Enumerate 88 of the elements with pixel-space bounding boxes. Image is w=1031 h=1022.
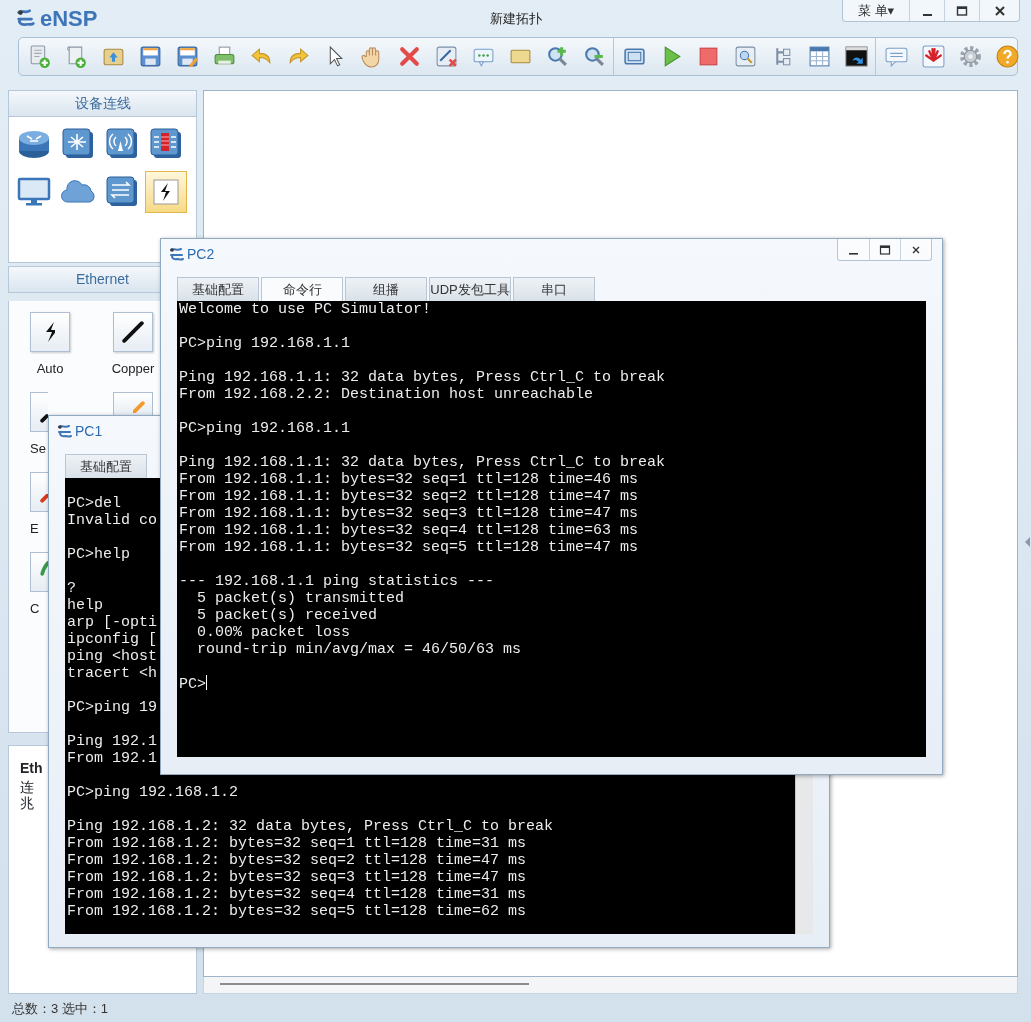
- tab[interactable]: 基础配置: [65, 454, 147, 478]
- collapse-arrow-icon[interactable]: [1024, 536, 1031, 548]
- terminal-line: Ping 192.1: [67, 733, 157, 750]
- maximize-icon: [956, 4, 968, 17]
- panel-header: 设备连线: [8, 90, 197, 117]
- curve-line-icon: [40, 561, 48, 577]
- cable-label: Copper: [111, 360, 155, 379]
- delete-icon[interactable]: [397, 44, 422, 69]
- terminal-line: ?: [67, 580, 76, 597]
- cable-button[interactable]: [30, 312, 70, 353]
- terminal-line: Ping 192.168.1.1: 32 data bytes, Press Ctrl_C to break: [179, 369, 666, 386]
- dashed-line-icon: [40, 414, 48, 424]
- terminal-line: From 192.168.2.2: Destination host unreachable: [179, 386, 594, 403]
- terminal-line: Invalid co: [67, 512, 157, 529]
- window-title: PC1: [75, 421, 103, 441]
- device-button[interactable]: [145, 171, 187, 213]
- network-logo-icon: [56, 423, 72, 439]
- grid-icon[interactable]: [807, 44, 832, 69]
- lightning-icon: [45, 322, 55, 343]
- terminal-line: PC>ping 192.168.1.1: [179, 335, 351, 352]
- terminal-line: From 192.168.1.2: bytes=32 seq=2 ttl=128 time=47 ms: [67, 852, 527, 869]
- terminal-line: From 192.1: [67, 750, 157, 767]
- cable-label: Auto: [36, 360, 64, 379]
- terminal-line: PC>ping 192.168.1.2: [67, 784, 239, 801]
- terminal-line: 0.00% packet loss: [196, 624, 351, 641]
- tab[interactable]: 命令行: [261, 277, 343, 301]
- status-text: 总数：3 选中：1: [11, 1000, 110, 1018]
- terminal-line: help: [67, 597, 103, 614]
- terminal-line: PC>ping 192.168.1.1: [179, 420, 351, 437]
- info-text: 连: [20, 779, 34, 796]
- diagonal-line-icon: [40, 494, 48, 504]
- cable-button[interactable]: [30, 392, 48, 433]
- terminal-line: From 192.168.1.2: bytes=32 seq=4 ttl=128 time=31 ms: [67, 886, 527, 903]
- maximize-icon: [879, 243, 891, 256]
- diagonal-line-icon: [122, 321, 144, 344]
- tab[interactable]: 组播: [345, 277, 427, 301]
- terminal-line: From 192.168.1.1: bytes=32 seq=4 ttl=128 time=63 ms: [179, 522, 639, 539]
- info-text: 兆: [20, 795, 34, 812]
- window-title: PC2: [187, 244, 215, 264]
- terminal-line: PC>: [179, 676, 206, 693]
- terminal-line: round-trip min/avg/max = 46/50/63 ms: [196, 641, 522, 658]
- zoom-out-icon[interactable]: [582, 44, 607, 69]
- terminal-line: tracert <h: [67, 665, 157, 682]
- diagonal-line-icon: [133, 401, 145, 414]
- terminal-line: From 192.168.1.2: bytes=32 seq=3 ttl=128 time=47 ms: [67, 869, 527, 886]
- terminal-line: PC>help: [67, 546, 130, 563]
- cable-label: E: [30, 520, 39, 539]
- tab[interactable]: UDP发包工具: [429, 277, 511, 301]
- terminal-line: From 192.168.1.1: bytes=32 seq=1 ttl=128 time=46 ms: [179, 471, 639, 488]
- page-plus-icon[interactable]: [64, 44, 89, 69]
- terminal-line: From 192.168.1.1: bytes=32 seq=3 ttl=128 time=47 ms: [179, 505, 639, 522]
- close-icon: [993, 4, 1006, 17]
- zoom-in-icon[interactable]: [545, 44, 570, 69]
- cable-button[interactable]: [113, 312, 153, 353]
- minimize-icon: [849, 252, 858, 255]
- terminal-line: PC>del: [67, 495, 121, 512]
- terminal-line: From 192.168.1.2: bytes=32 seq=5 ttl=128 time=62 ms: [67, 903, 527, 920]
- minimize-icon: [922, 13, 932, 16]
- terminal-line: ping <host: [67, 648, 157, 665]
- fan-logo-icon[interactable]: [921, 44, 946, 69]
- tab[interactable]: 基础配置: [177, 277, 259, 301]
- window-title: 新建拓扑: [489, 10, 542, 28]
- terminal-line: PC>ping 19: [67, 699, 157, 716]
- terminal-line: From 192.168.1.1: bytes=32 seq=5 ttl=128 time=47 ms: [179, 539, 639, 556]
- unlink-icon[interactable]: [434, 44, 459, 69]
- help-icon[interactable]: [995, 44, 1020, 69]
- info-title: Eth: [20, 759, 43, 779]
- terminal-line: From 192.168.1.2: bytes=32 seq=1 ttl=128 time=31 ms: [67, 835, 527, 852]
- terminal-line: arp [-opti: [67, 614, 157, 631]
- cable-label: C: [30, 600, 40, 619]
- scrollbar-thumb[interactable]: [220, 983, 529, 985]
- terminal-line: Ping 192.168.1.2: 32 data bytes, Press Ctrl_C to break: [67, 818, 554, 835]
- terminal-line: 5 packet(s) transmitted: [196, 590, 405, 607]
- network-logo-icon: [168, 246, 184, 262]
- tab[interactable]: 串口: [513, 277, 595, 301]
- terminal-line: Welcome to use PC Simulator!: [179, 301, 432, 318]
- horizontal-scrollbar[interactable]: [203, 977, 1018, 994]
- terminal-line: --- 192.168.1.1 ping statistics ---: [179, 573, 495, 590]
- terminal-line: From 192.168.1.1: bytes=32 seq=2 ttl=128 time=47 ms: [179, 488, 639, 505]
- terminal-line: ipconfig [: [67, 631, 157, 648]
- magnifier-frame-icon[interactable]: [733, 44, 758, 69]
- floppy-pencil-icon[interactable]: [175, 44, 200, 69]
- terminal-icon[interactable]: [844, 44, 869, 69]
- app-name: eNSP: [40, 5, 98, 33]
- settings-icon[interactable]: [958, 44, 983, 69]
- cable-label: Se: [30, 440, 46, 459]
- terminal-line: 5 packet(s) received: [196, 607, 378, 624]
- terminal-line: Ping 192.168.1.1: 32 data bytes, Press Ctrl_C to break: [179, 454, 666, 471]
